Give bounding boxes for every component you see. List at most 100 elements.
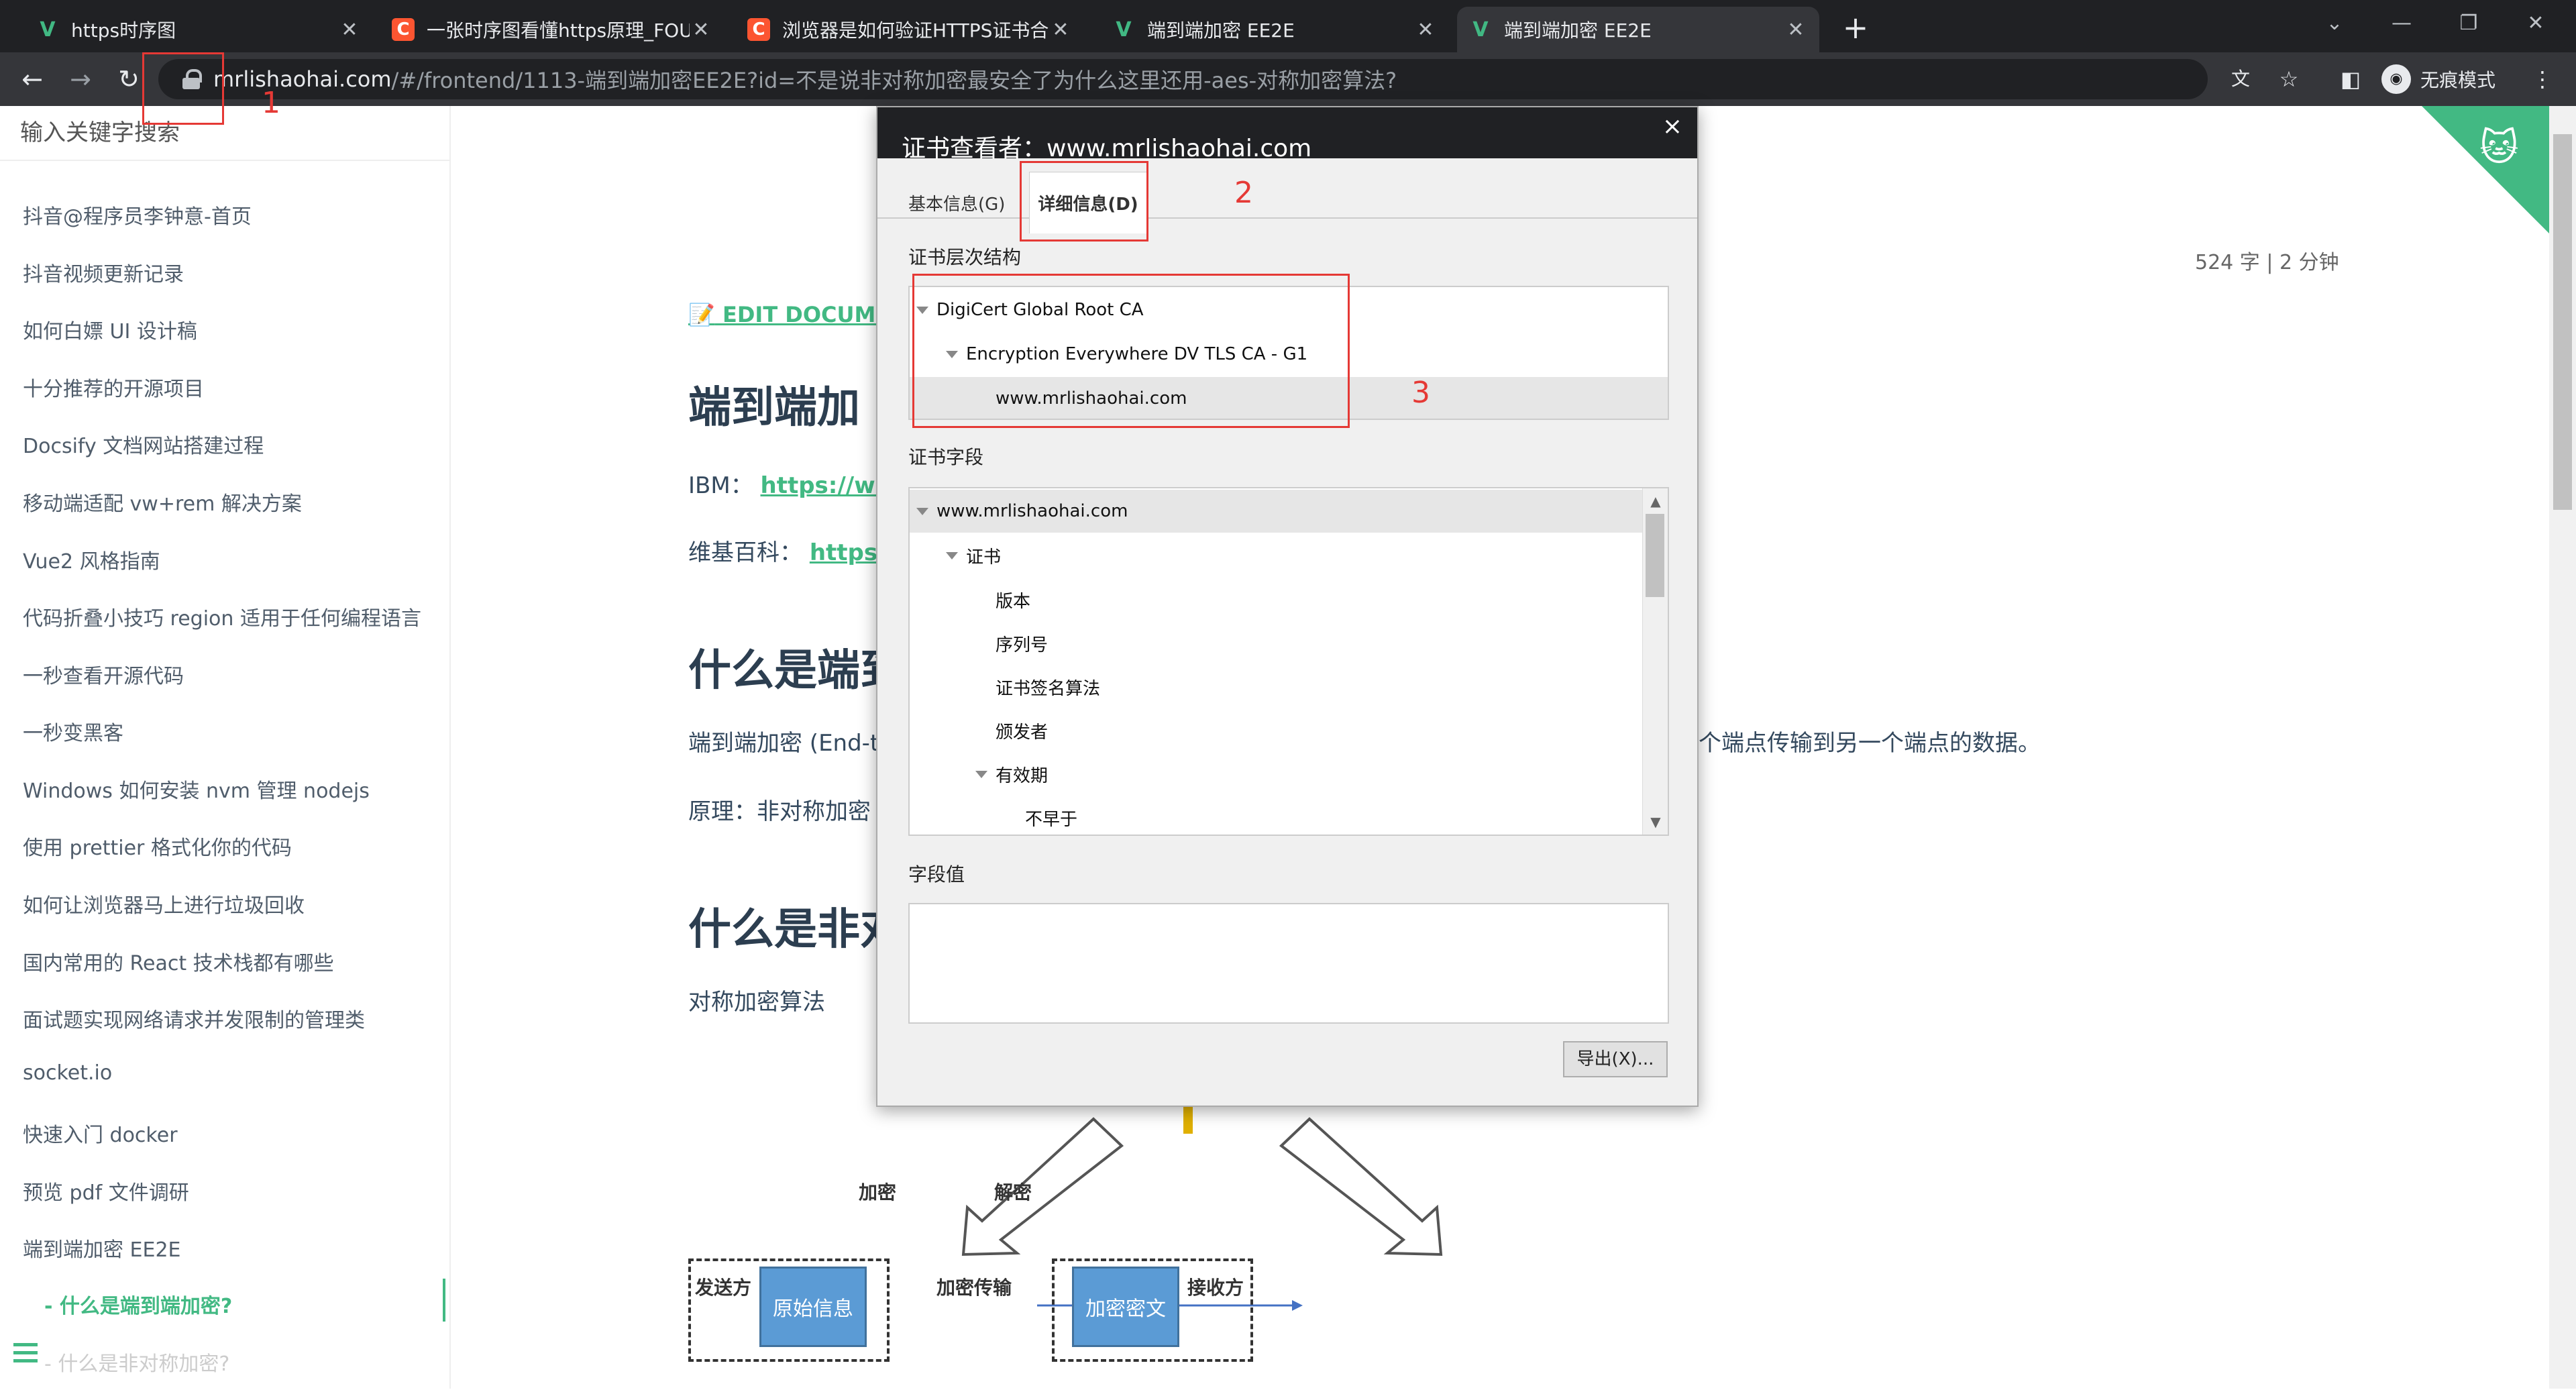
chevron-down-icon[interactable] xyxy=(975,770,987,778)
chevron-down-icon[interactable] xyxy=(916,507,928,515)
close-icon[interactable]: ✕ xyxy=(690,18,712,42)
tab-general[interactable]: 基本信息(G) xyxy=(908,191,1005,215)
field-node[interactable]: 不早于 xyxy=(910,796,1668,835)
sidebar-subitem-active[interactable]: - 什么是端到端加密? xyxy=(44,1289,232,1319)
close-icon[interactable]: ✕ xyxy=(1414,18,1437,42)
tab-search-icon[interactable]: ⌄ xyxy=(2301,0,2368,47)
paragraph: 对称加密算法 xyxy=(688,989,825,1016)
sidebar-item[interactable]: 移动端适配 vw+rem 解决方案 xyxy=(23,487,302,517)
tab-https-sequence[interactable]: V https时序图 ✕ xyxy=(24,7,373,52)
tab-title: https时序图 xyxy=(71,19,176,42)
annotation-number-2: 2 xyxy=(1234,176,1253,210)
field-value-label: 字段值 xyxy=(908,863,965,886)
fields-label: 证书字段 xyxy=(908,446,984,468)
close-icon[interactable]: ✕ xyxy=(1784,18,1807,42)
tab-ee2e-active[interactable]: V 端到端加密 EE2E ✕ xyxy=(1457,7,1819,52)
back-arrow-icon[interactable]: ← xyxy=(13,60,51,98)
plaintext-box: 原始信息 xyxy=(759,1267,867,1347)
transfer-arrowhead xyxy=(1292,1300,1303,1311)
tab-title: 端到端加密 EE2E xyxy=(1147,19,1295,42)
sidebar-item[interactable]: 十分推荐的开源项目 xyxy=(23,372,204,402)
sidebar-item[interactable]: 预览 pdf 文件调研 xyxy=(23,1176,189,1205)
forward-arrow-icon[interactable]: → xyxy=(62,60,99,98)
export-button[interactable]: 导出(X)... xyxy=(1563,1041,1668,1077)
close-icon[interactable]: × xyxy=(1662,113,1682,140)
section-heading: 什么是非对 xyxy=(688,905,903,955)
window-close-button[interactable]: ✕ xyxy=(2502,0,2569,47)
tab-title: 端到端加密 EE2E xyxy=(1504,19,1652,42)
vue-icon: V xyxy=(40,17,56,42)
sidebar-toggle-icon[interactable] xyxy=(13,1343,40,1364)
arrow-left xyxy=(961,1117,1124,1256)
incognito-icon: ◉ xyxy=(2381,64,2411,94)
sidebar-item[interactable]: 一秒查看开源代码 xyxy=(23,659,184,689)
translate-icon[interactable]: 文 xyxy=(2222,60,2259,98)
page-scrollbar-thumb[interactable] xyxy=(2553,134,2572,510)
annotation-number-3: 3 xyxy=(1411,376,1430,410)
sidebar-item[interactable]: 抖音@程序员李钟意-首页 xyxy=(23,200,252,229)
tab-ee2e[interactable]: V 端到端加密 EE2E ✕ xyxy=(1100,7,1449,52)
encrypt-label: 加密 xyxy=(859,1181,897,1203)
sidebar-item[interactable]: socket.io xyxy=(23,1061,112,1085)
sidebar-item[interactable]: 国内常用的 React 技术栈都有哪些 xyxy=(23,947,334,976)
sidebar-item[interactable]: 如何白嫖 UI 设计稿 xyxy=(23,315,197,344)
sidebar-item[interactable]: 一秒变黑客 xyxy=(23,716,123,746)
search-input[interactable] xyxy=(20,106,429,160)
address-bar[interactable]: mrlishaohai.com /#/frontend/1113-端到端加密EE… xyxy=(158,59,2208,99)
field-node[interactable]: 颁发者 xyxy=(910,709,1668,752)
field-value-box[interactable] xyxy=(908,903,1669,1024)
arrow-right xyxy=(1279,1117,1443,1256)
field-node[interactable]: 序列号 xyxy=(910,622,1668,665)
field-node-selected[interactable]: www.mrlishaohai.com xyxy=(910,490,1668,533)
tab-csdn-sequence[interactable]: C 一张时序图看懂https原理_FOUR ✕ xyxy=(380,7,724,52)
sidebar-subitem[interactable]: - 什么是非对称加密? xyxy=(44,1347,229,1377)
new-tab-button[interactable]: + xyxy=(1837,9,1874,47)
certificate-viewer-dialog: 证书查看者：www.mrlishaohai.com × 基本信息(G) 详细信息… xyxy=(876,106,1699,1107)
close-icon[interactable]: ✕ xyxy=(1049,18,1072,42)
sidebar-item[interactable]: 代码折叠小技巧 region 适用于任何编程语言 xyxy=(23,602,421,631)
tab-csdn-cert[interactable]: C 浏览器是如何验证HTTPS证书合法 ✕ xyxy=(735,7,1084,52)
csdn-icon: C xyxy=(747,18,770,41)
sidebar: 抖音@程序员李钟意-首页 抖音视频更新记录 如何白嫖 UI 设计稿 十分推荐的开… xyxy=(0,106,451,1389)
sender-label: 发送方 xyxy=(695,1277,752,1299)
sidebar-item[interactable]: 面试题实现网络请求并发限制的管理类 xyxy=(23,1004,365,1033)
github-icon[interactable]: 🐱 xyxy=(2479,126,2526,173)
sidebar-item[interactable]: Windows 如何安装 nvm 管理 nodejs xyxy=(23,774,370,804)
bookmark-star-icon[interactable]: ☆ xyxy=(2270,60,2308,98)
paragraph-continuation: 个端点传输到另一个端点的数据。 xyxy=(1699,730,2041,757)
sidebar-item[interactable]: Docsify 文档网站搭建过程 xyxy=(23,429,264,459)
paragraph: 原理：非对称加密 xyxy=(688,798,871,825)
annotation-number-1: 1 xyxy=(262,86,280,120)
minimize-button[interactable]: — xyxy=(2368,0,2435,47)
annotation-box-1 xyxy=(142,52,224,125)
sidebar-item[interactable]: 端到端加密 EE2E xyxy=(23,1233,181,1263)
certificate-fields-tree[interactable]: www.mrlishaohai.com 证书 版本 序列号 证书签名算法 颁发者… xyxy=(908,487,1669,836)
side-panel-icon[interactable]: ◧ xyxy=(2332,60,2369,98)
sidebar-item[interactable]: 快速入门 docker xyxy=(23,1118,178,1148)
field-node[interactable]: 有效期 xyxy=(910,753,1668,796)
sidebar-item[interactable]: 如何让浏览器马上进行垃圾回收 xyxy=(23,889,305,918)
sidebar-item[interactable]: 使用 prettier 格式化你的代码 xyxy=(23,831,292,861)
field-node[interactable]: 版本 xyxy=(910,578,1668,621)
transfer-label: 加密传输 xyxy=(936,1277,1012,1299)
edit-icon: 📝 xyxy=(688,302,715,327)
fields-scrollbar[interactable]: ▲ ▼ xyxy=(1642,488,1668,835)
tab-divider xyxy=(877,217,1697,219)
menu-dots-icon[interactable]: ⋮ xyxy=(2524,60,2561,98)
scroll-down-icon[interactable]: ▼ xyxy=(1643,809,1668,835)
field-node[interactable]: 证书 xyxy=(910,534,1668,577)
scroll-up-icon[interactable]: ▲ xyxy=(1643,488,1668,514)
sidebar-item[interactable]: 抖音视频更新记录 xyxy=(23,258,184,287)
restore-button[interactable]: ❐ xyxy=(2435,0,2502,47)
tab-title: 浏览器是如何验证HTTPS证书合法 xyxy=(782,19,1049,42)
key-icon xyxy=(1183,1103,1193,1134)
chevron-down-icon[interactable] xyxy=(946,551,958,559)
close-icon[interactable]: ✕ xyxy=(338,18,361,42)
fields-scrollbar-thumb[interactable] xyxy=(1646,514,1664,597)
incognito-indicator[interactable]: ◉ 无痕模式 xyxy=(2381,60,2496,98)
field-node[interactable]: 证书签名算法 xyxy=(910,665,1668,708)
sidebar-item[interactable]: Vue2 风格指南 xyxy=(23,545,160,574)
annotation-box-3 xyxy=(912,274,1350,428)
vue-icon: V xyxy=(1116,17,1132,42)
section-heading: 什么是端到 xyxy=(688,646,903,696)
